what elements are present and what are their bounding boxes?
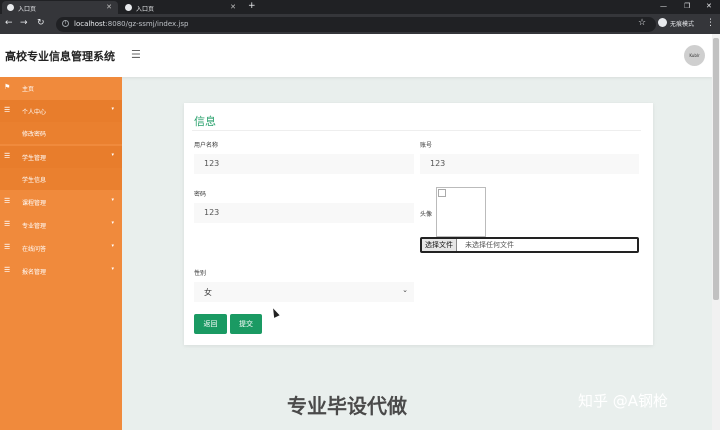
restore-icon[interactable]: ❐ [684,2,690,10]
close-window-icon[interactable]: ✕ [706,2,712,10]
sidebar-item-profile[interactable]: ☰ 个人中心 ▾ [0,100,122,122]
gender-selected-value: 女 [204,288,212,297]
globe-icon [125,4,132,11]
sidebar-item-label: 修改密码 [22,131,47,138]
page-scrollbar[interactable] [712,34,720,430]
watermark-text: 专业毕设代做 [287,394,407,418]
sidebar-item-enrollment[interactable]: ☰ 报名管理 ▾ [0,260,122,282]
chevron-down-icon: ▾ [111,197,114,203]
menu-kebab-icon[interactable]: ⋮ [706,18,715,28]
chevron-down-icon: ▾ [111,152,114,158]
address-bar[interactable]: i localhost:8080/gz-ssmj/index.jsp [56,17,656,32]
minimize-icon[interactable]: — [660,2,667,10]
username-field[interactable]: 123 [194,154,414,174]
tab-label: 入口页 [18,6,37,13]
account-field[interactable]: 123 [420,154,639,174]
zhihu-watermark: 知乎 @A钢枪 [578,392,669,410]
avatar-label: 头像 [420,211,433,218]
list-icon: ☰ [4,152,11,160]
broken-image-icon [438,189,446,197]
hamburger-menu-icon[interactable]: ☰ [131,48,141,61]
close-tab-icon[interactable]: ✕ [106,3,112,11]
browser-toolbar: ← → ↻ i localhost:8080/gz-ssmj/index.jsp… [0,14,720,34]
back-button[interactable]: 返回 [194,314,227,334]
browser-window: 入口页 ✕ 入口页 ✕ + — ❐ ✕ ← → ↻ i localhost:80… [0,0,720,430]
password-field[interactable]: 123 [194,203,414,223]
sidebar-item-label: 在线问答 [22,246,47,253]
list-icon: ☰ [4,243,11,251]
sidebar-item-label: 主页 [22,86,35,93]
chevron-down-icon: ▾ [111,220,114,226]
bookmark-star-icon[interactable]: ☆ [638,18,646,28]
sidebar-item-label: 专业管理 [22,223,47,230]
flag-icon: ⚑ [4,83,11,91]
divider [192,130,641,131]
new-tab-icon[interactable]: + [248,1,256,11]
sidebar-item-label: 课程管理 [22,200,47,207]
tab-active[interactable]: 入口页 ✕ [2,1,118,14]
choose-file-button[interactable]: 选择文件 [422,239,457,251]
url-path: :8080/gz-ssmj/index.jsp [105,20,189,28]
submit-button[interactable]: 提交 [230,314,262,334]
reload-icon[interactable]: ↻ [37,18,45,28]
app-title: 高校专业信息管理系统 [5,50,115,63]
password-label: 密码 [194,191,207,198]
sidebar-item-student-info[interactable]: 学生信息 [0,168,122,190]
sidebar-item-change-password[interactable]: 修改密码 [0,122,122,144]
list-icon: ☰ [4,220,11,228]
incognito-icon [658,18,667,27]
page-viewport: 高校专业信息管理系统 ☰ Kublr ⚑ 主页 ☰ 个人中心 ▾ 修改密码 ☰ … [0,34,720,430]
gender-select[interactable]: 女 ⌄ [194,282,414,302]
account-label: 账号 [420,142,433,149]
sidebar-item-label: 学生信息 [22,177,47,184]
sidebar: ⚑ 主页 ☰ 个人中心 ▾ 修改密码 ☰ 学生管理 ▾ 学生信息 ☰ 课程管理 [0,77,122,430]
tab-inactive[interactable]: 入口页 ✕ [120,1,242,14]
url-host: localhost [74,20,106,28]
scrollbar-thumb[interactable] [713,38,719,300]
tab-bar: 入口页 ✕ 入口页 ✕ + — ❐ ✕ [0,0,720,14]
username-label: 用户名称 [194,142,219,149]
avatar-preview-image [436,187,486,237]
back-arrow-icon[interactable]: ← [5,18,13,28]
app-header: 高校专业信息管理系统 ☰ Kublr [0,34,712,77]
sidebar-item-label: 个人中心 [22,109,47,116]
sidebar-item-major-management[interactable]: ☰ 专业管理 ▾ [0,214,122,236]
avatar[interactable]: Kublr [684,45,705,66]
list-icon: ☰ [4,197,11,205]
forward-arrow-icon[interactable]: → [20,18,28,28]
gender-label: 性别 [194,270,207,277]
avatar-text: Kublr [689,53,700,58]
list-icon: ☰ [4,266,11,274]
info-icon[interactable]: i [62,20,69,27]
tab-label: 入口页 [136,6,155,13]
file-status: 未选择任何文件 [465,241,514,249]
close-tab-icon[interactable]: ✕ [230,3,236,11]
info-form-card: 信息 用户名称 123 账号 123 密码 123 头像 选择文件 未选择任何文… [184,103,653,345]
file-upload-input[interactable]: 选择文件 未选择任何文件 [420,237,639,253]
chevron-down-icon: ⌄ [402,286,408,294]
globe-icon [7,4,14,11]
list-icon: ☰ [4,106,11,114]
sidebar-item-label: 学生管理 [22,155,47,162]
sidebar-item-home[interactable]: ⚑ 主页 [0,77,122,99]
sidebar-item-course-management[interactable]: ☰ 课程管理 ▾ [0,191,122,213]
sidebar-item-label: 报名管理 [22,269,47,276]
sidebar-item-student-management[interactable]: ☰ 学生管理 ▾ [0,146,122,168]
chevron-down-icon: ▾ [111,106,114,112]
incognito-label: 无痕模式 [670,21,695,28]
chevron-down-icon: ▾ [111,266,114,272]
form-title: 信息 [194,115,216,128]
chevron-down-icon: ▾ [111,243,114,249]
incognito-indicator[interactable]: 无痕模式 [658,18,695,28]
sidebar-item-online-qa[interactable]: ☰ 在线问答 ▾ [0,237,122,259]
